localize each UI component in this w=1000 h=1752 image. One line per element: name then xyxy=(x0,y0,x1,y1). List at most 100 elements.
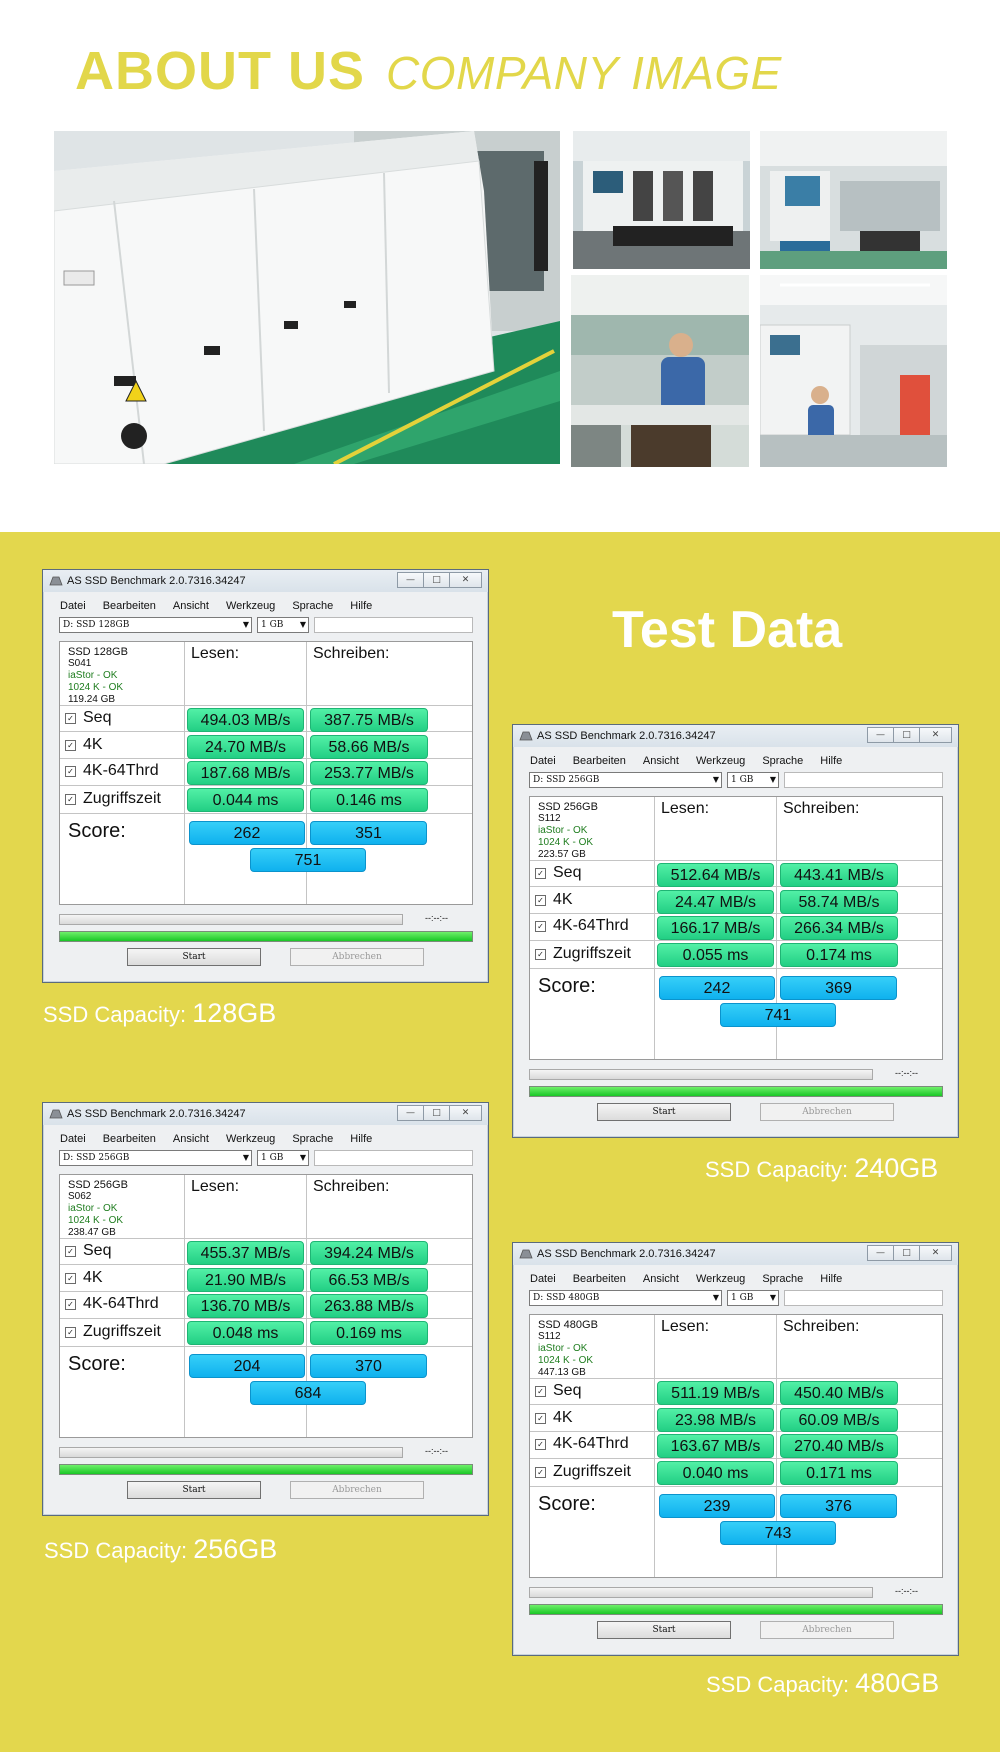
zugriffszeit-checkbox[interactable]: ✓ xyxy=(65,1326,76,1338)
row-label-zugriffszeit: ✓ Zugriffszeit xyxy=(65,1323,161,1341)
abort-button[interactable]: Abbrechen xyxy=(290,948,424,966)
menu-sprache[interactable]: Sprache xyxy=(762,755,803,767)
seq-checkbox[interactable]: ✓ xyxy=(535,1385,546,1397)
menu-hilfe[interactable]: Hilfe xyxy=(820,755,842,767)
4k-64thrd-checkbox[interactable]: ✓ xyxy=(535,1438,546,1450)
abort-button[interactable]: Abbrechen xyxy=(760,1621,894,1639)
zugriffszeit-read-value: 0.048 ms xyxy=(187,1321,304,1345)
close-button[interactable]: ✕ xyxy=(919,727,952,743)
drive-select-value: D: SSD 128GB xyxy=(63,620,130,630)
drive-info: SSD 480GB S112 iaStor - OK 1024 K - OK 4… xyxy=(538,1319,598,1379)
menu-bearbeiten[interactable]: Bearbeiten xyxy=(103,1133,156,1145)
menu-sprache[interactable]: Sprache xyxy=(292,1133,333,1145)
4k-checkbox[interactable]: ✓ xyxy=(535,1412,546,1424)
4k-64thrd-checkbox[interactable]: ✓ xyxy=(65,1298,76,1310)
4k-checkbox[interactable]: ✓ xyxy=(65,739,76,751)
benchmark-window: AS SSD Benchmark 2.0.7316.34247 — □ ✕ Da… xyxy=(42,1102,489,1516)
menu-bearbeiten[interactable]: Bearbeiten xyxy=(573,755,626,767)
menu-werkzeug[interactable]: Werkzeug xyxy=(226,1133,275,1145)
zugriffszeit-checkbox[interactable]: ✓ xyxy=(65,793,76,805)
drive-select[interactable]: D: SSD 128GB ▼ xyxy=(59,617,252,633)
row-label-text: 4K-64Thrd xyxy=(553,917,629,934)
row-label-4k-64thrd: ✓ 4K-64Thrd xyxy=(535,1435,629,1453)
maximize-button[interactable]: □ xyxy=(423,572,450,588)
menu-hilfe[interactable]: Hilfe xyxy=(350,1133,372,1145)
menu-sprache[interactable]: Sprache xyxy=(762,1273,803,1285)
chevron-down-icon: ▼ xyxy=(712,1293,719,1302)
seq-checkbox[interactable]: ✓ xyxy=(65,712,76,724)
menu-datei[interactable]: Datei xyxy=(60,1133,86,1145)
close-button[interactable]: ✕ xyxy=(449,1105,482,1121)
minimize-button[interactable]: — xyxy=(397,1105,424,1121)
menu-bearbeiten[interactable]: Bearbeiten xyxy=(573,1273,626,1285)
start-button[interactable]: Start xyxy=(127,948,261,966)
zugriffszeit-read-value: 0.044 ms xyxy=(187,788,304,812)
driver-status: iaStor - OK xyxy=(68,1203,118,1214)
4k-write-value: 66.53 MB/s xyxy=(310,1268,428,1292)
window-titlebar[interactable]: AS SSD Benchmark 2.0.7316.34247 — □ ✕ xyxy=(43,1103,488,1125)
4k-checkbox[interactable]: ✓ xyxy=(65,1272,76,1284)
drive-size: 238.47 GB xyxy=(68,1227,116,1238)
abort-button[interactable]: Abbrechen xyxy=(760,1103,894,1121)
results-grid: SSD 480GB S112 iaStor - OK 1024 K - OK 4… xyxy=(529,1314,943,1578)
4k-64thrd-checkbox[interactable]: ✓ xyxy=(535,920,546,932)
menu-werkzeug[interactable]: Werkzeug xyxy=(696,755,745,767)
menu-ansicht[interactable]: Ansicht xyxy=(643,755,679,767)
window-titlebar[interactable]: AS SSD Benchmark 2.0.7316.34247 — □ ✕ xyxy=(513,725,958,747)
drive-select[interactable]: D: SSD 256GB ▼ xyxy=(529,772,722,788)
seq-checkbox[interactable]: ✓ xyxy=(535,867,546,879)
seq-read-value: 494.03 MB/s xyxy=(187,708,304,732)
test-size-select[interactable]: 1 GB ▼ xyxy=(257,617,309,633)
window-titlebar[interactable]: AS SSD Benchmark 2.0.7316.34247 — □ ✕ xyxy=(43,570,488,592)
4k-read-value: 24.70 MB/s xyxy=(187,735,304,759)
menu-bearbeiten[interactable]: Bearbeiten xyxy=(103,600,156,612)
row-label-text: Zugriffszeit xyxy=(83,1323,161,1340)
menu-ansicht[interactable]: Ansicht xyxy=(643,1273,679,1285)
about-subtitle: COMPANY IMAGE xyxy=(386,47,782,99)
menu-ansicht[interactable]: Ansicht xyxy=(173,1133,209,1145)
start-button[interactable]: Start xyxy=(597,1621,731,1639)
maximize-button[interactable]: □ xyxy=(893,727,920,743)
test-data-title: Test Data xyxy=(612,601,843,659)
drive-select[interactable]: D: SSD 480GB ▼ xyxy=(529,1290,722,1306)
menu-hilfe[interactable]: Hilfe xyxy=(820,1273,842,1285)
4k-64thrd-read-value: 166.17 MB/s xyxy=(657,916,774,940)
drive-model: S112 xyxy=(538,1331,561,1342)
alignment-status: 1024 K - OK xyxy=(538,1355,594,1366)
zugriffszeit-checkbox[interactable]: ✓ xyxy=(535,1466,546,1478)
menu-werkzeug[interactable]: Werkzeug xyxy=(696,1273,745,1285)
overall-progress-bar xyxy=(529,1086,943,1097)
window-titlebar[interactable]: AS SSD Benchmark 2.0.7316.34247 — □ ✕ xyxy=(513,1243,958,1265)
score-total-value: 743 xyxy=(720,1521,836,1545)
menu-datei[interactable]: Datei xyxy=(530,1273,556,1285)
test-size-select[interactable]: 1 GB ▼ xyxy=(727,1290,779,1306)
minimize-button[interactable]: — xyxy=(397,572,424,588)
menu-datei[interactable]: Datei xyxy=(530,755,556,767)
4k-64thrd-read-value: 163.67 MB/s xyxy=(657,1434,774,1458)
test-size-select[interactable]: 1 GB ▼ xyxy=(727,772,779,788)
maximize-button[interactable]: □ xyxy=(893,1245,920,1261)
start-button[interactable]: Start xyxy=(597,1103,731,1121)
4k-checkbox[interactable]: ✓ xyxy=(535,894,546,906)
row-label-zugriffszeit: ✓ Zugriffszeit xyxy=(535,945,631,963)
zugriffszeit-checkbox[interactable]: ✓ xyxy=(535,948,546,960)
seq-checkbox[interactable]: ✓ xyxy=(65,1245,76,1257)
start-button[interactable]: Start xyxy=(127,1481,261,1499)
abort-button[interactable]: Abbrechen xyxy=(290,1481,424,1499)
4k-64thrd-checkbox[interactable]: ✓ xyxy=(65,765,76,777)
close-button[interactable]: ✕ xyxy=(919,1245,952,1261)
menu-datei[interactable]: Datei xyxy=(60,600,86,612)
menu-sprache[interactable]: Sprache xyxy=(292,600,333,612)
close-button[interactable]: ✕ xyxy=(449,572,482,588)
menu-ansicht[interactable]: Ansicht xyxy=(173,600,209,612)
score-label: Score: xyxy=(538,975,596,997)
menu-werkzeug[interactable]: Werkzeug xyxy=(226,600,275,612)
menu-hilfe[interactable]: Hilfe xyxy=(350,600,372,612)
capacity-caption-240gb: SSD Capacity: 240GB xyxy=(705,1153,938,1184)
minimize-button[interactable]: — xyxy=(867,1245,894,1261)
minimize-button[interactable]: — xyxy=(867,727,894,743)
test-size-select[interactable]: 1 GB ▼ xyxy=(257,1150,309,1166)
drive-select[interactable]: D: SSD 256GB ▼ xyxy=(59,1150,252,1166)
maximize-button[interactable]: □ xyxy=(423,1105,450,1121)
row-label-text: 4K-64Thrd xyxy=(553,1435,629,1452)
